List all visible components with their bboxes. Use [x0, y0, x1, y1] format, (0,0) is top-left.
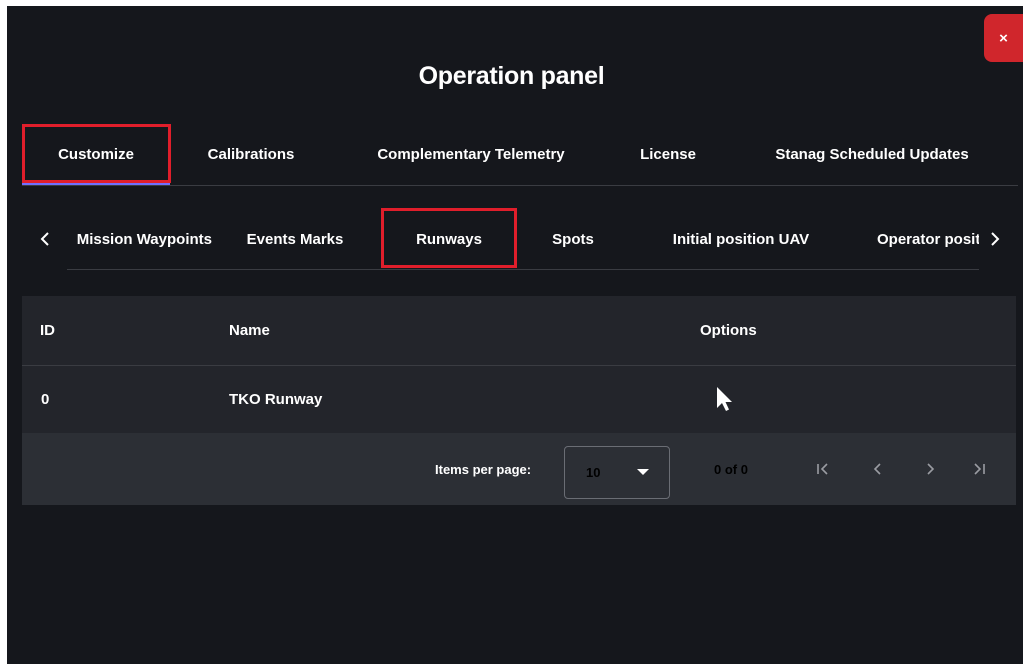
dialog-title: Operation panel: [418, 62, 605, 90]
cursor-pointer-icon: [717, 387, 732, 411]
chevron-right-icon: [991, 232, 1000, 246]
tab-customize[interactable]: Customize: [22, 125, 170, 185]
last-page-icon: [974, 463, 985, 475]
tab-label: Events Marks: [246, 230, 344, 248]
sub-tab-bar: Mission Waypoints Events Marks Runways S…: [22, 209, 1018, 270]
tab-label: Complementary Telemetry: [377, 145, 565, 163]
page-size-value: 10: [586, 465, 601, 480]
chevron-right-icon: [927, 463, 935, 475]
scroll-right-button[interactable]: [983, 209, 1007, 269]
tab-events-marks[interactable]: Events Marks: [239, 209, 351, 269]
tab-label: Spots: [552, 230, 594, 248]
cell-name: TKO Runway: [229, 390, 323, 408]
tab-label: Mission Waypoints: [76, 230, 212, 248]
dropdown-arrow-icon: [637, 469, 649, 475]
close-icon: ×: [999, 29, 1008, 47]
items-per-page-label: Items per page:: [435, 461, 532, 477]
table-row[interactable]: 0 TKO Runway: [22, 366, 1016, 432]
previous-page-button[interactable]: [867, 433, 889, 505]
column-header-options: Options: [700, 322, 757, 339]
table-header: ID Name Options: [22, 296, 1016, 366]
tab-label: Operator position: [877, 230, 979, 248]
next-page-button[interactable]: [919, 433, 941, 505]
main-tab-bar: Customize Calibrations Complementary Tel…: [22, 125, 1018, 186]
tab-label: Calibrations: [207, 145, 295, 163]
tab-label: Stanag Scheduled Updates: [775, 145, 969, 163]
tab-label: Runways: [416, 230, 482, 248]
tab-stanag-scheduled-updates[interactable]: Stanag Scheduled Updates: [750, 125, 994, 183]
chevron-left-icon: [40, 232, 49, 246]
tab-label: Initial position UAV: [672, 230, 810, 248]
close-button[interactable]: ×: [984, 14, 1023, 62]
tab-mission-waypoints[interactable]: Mission Waypoints: [67, 209, 212, 269]
tab-license[interactable]: License: [620, 125, 716, 183]
scroll-left-button[interactable]: [33, 209, 57, 269]
tab-complementary-telemetry[interactable]: Complementary Telemetry: [344, 125, 598, 183]
tab-label: Customize: [58, 145, 134, 163]
range-label: 0 of 0: [714, 461, 748, 477]
tab-runways[interactable]: Runways: [384, 209, 514, 269]
tab-calibrations[interactable]: Calibrations: [185, 125, 317, 183]
tab-initial-position-uav[interactable]: Initial position UAV: [651, 209, 831, 269]
cell-id: 0: [41, 390, 50, 408]
sub-tab-scroll-area: Mission Waypoints Events Marks Runways S…: [67, 209, 979, 269]
page-size-select[interactable]: 10: [564, 446, 670, 499]
runways-table: ID Name Options 0 TKO Runway Items per p…: [22, 296, 1016, 505]
last-page-button[interactable]: [968, 433, 990, 505]
tab-spots[interactable]: Spots: [544, 209, 602, 269]
column-header-id[interactable]: ID: [40, 296, 55, 365]
column-header-name[interactable]: Name: [229, 296, 270, 365]
chevron-left-icon: [873, 463, 881, 475]
first-page-button[interactable]: [812, 433, 834, 505]
first-page-icon: [817, 463, 828, 475]
paginator: Items per page: 10 0 of 0: [22, 433, 1016, 505]
cell-options[interactable]: [715, 366, 735, 432]
tab-label: License: [640, 145, 696, 163]
tab-operator-position[interactable]: Operator position: [877, 209, 979, 269]
sub-tab-divider: [67, 269, 979, 270]
